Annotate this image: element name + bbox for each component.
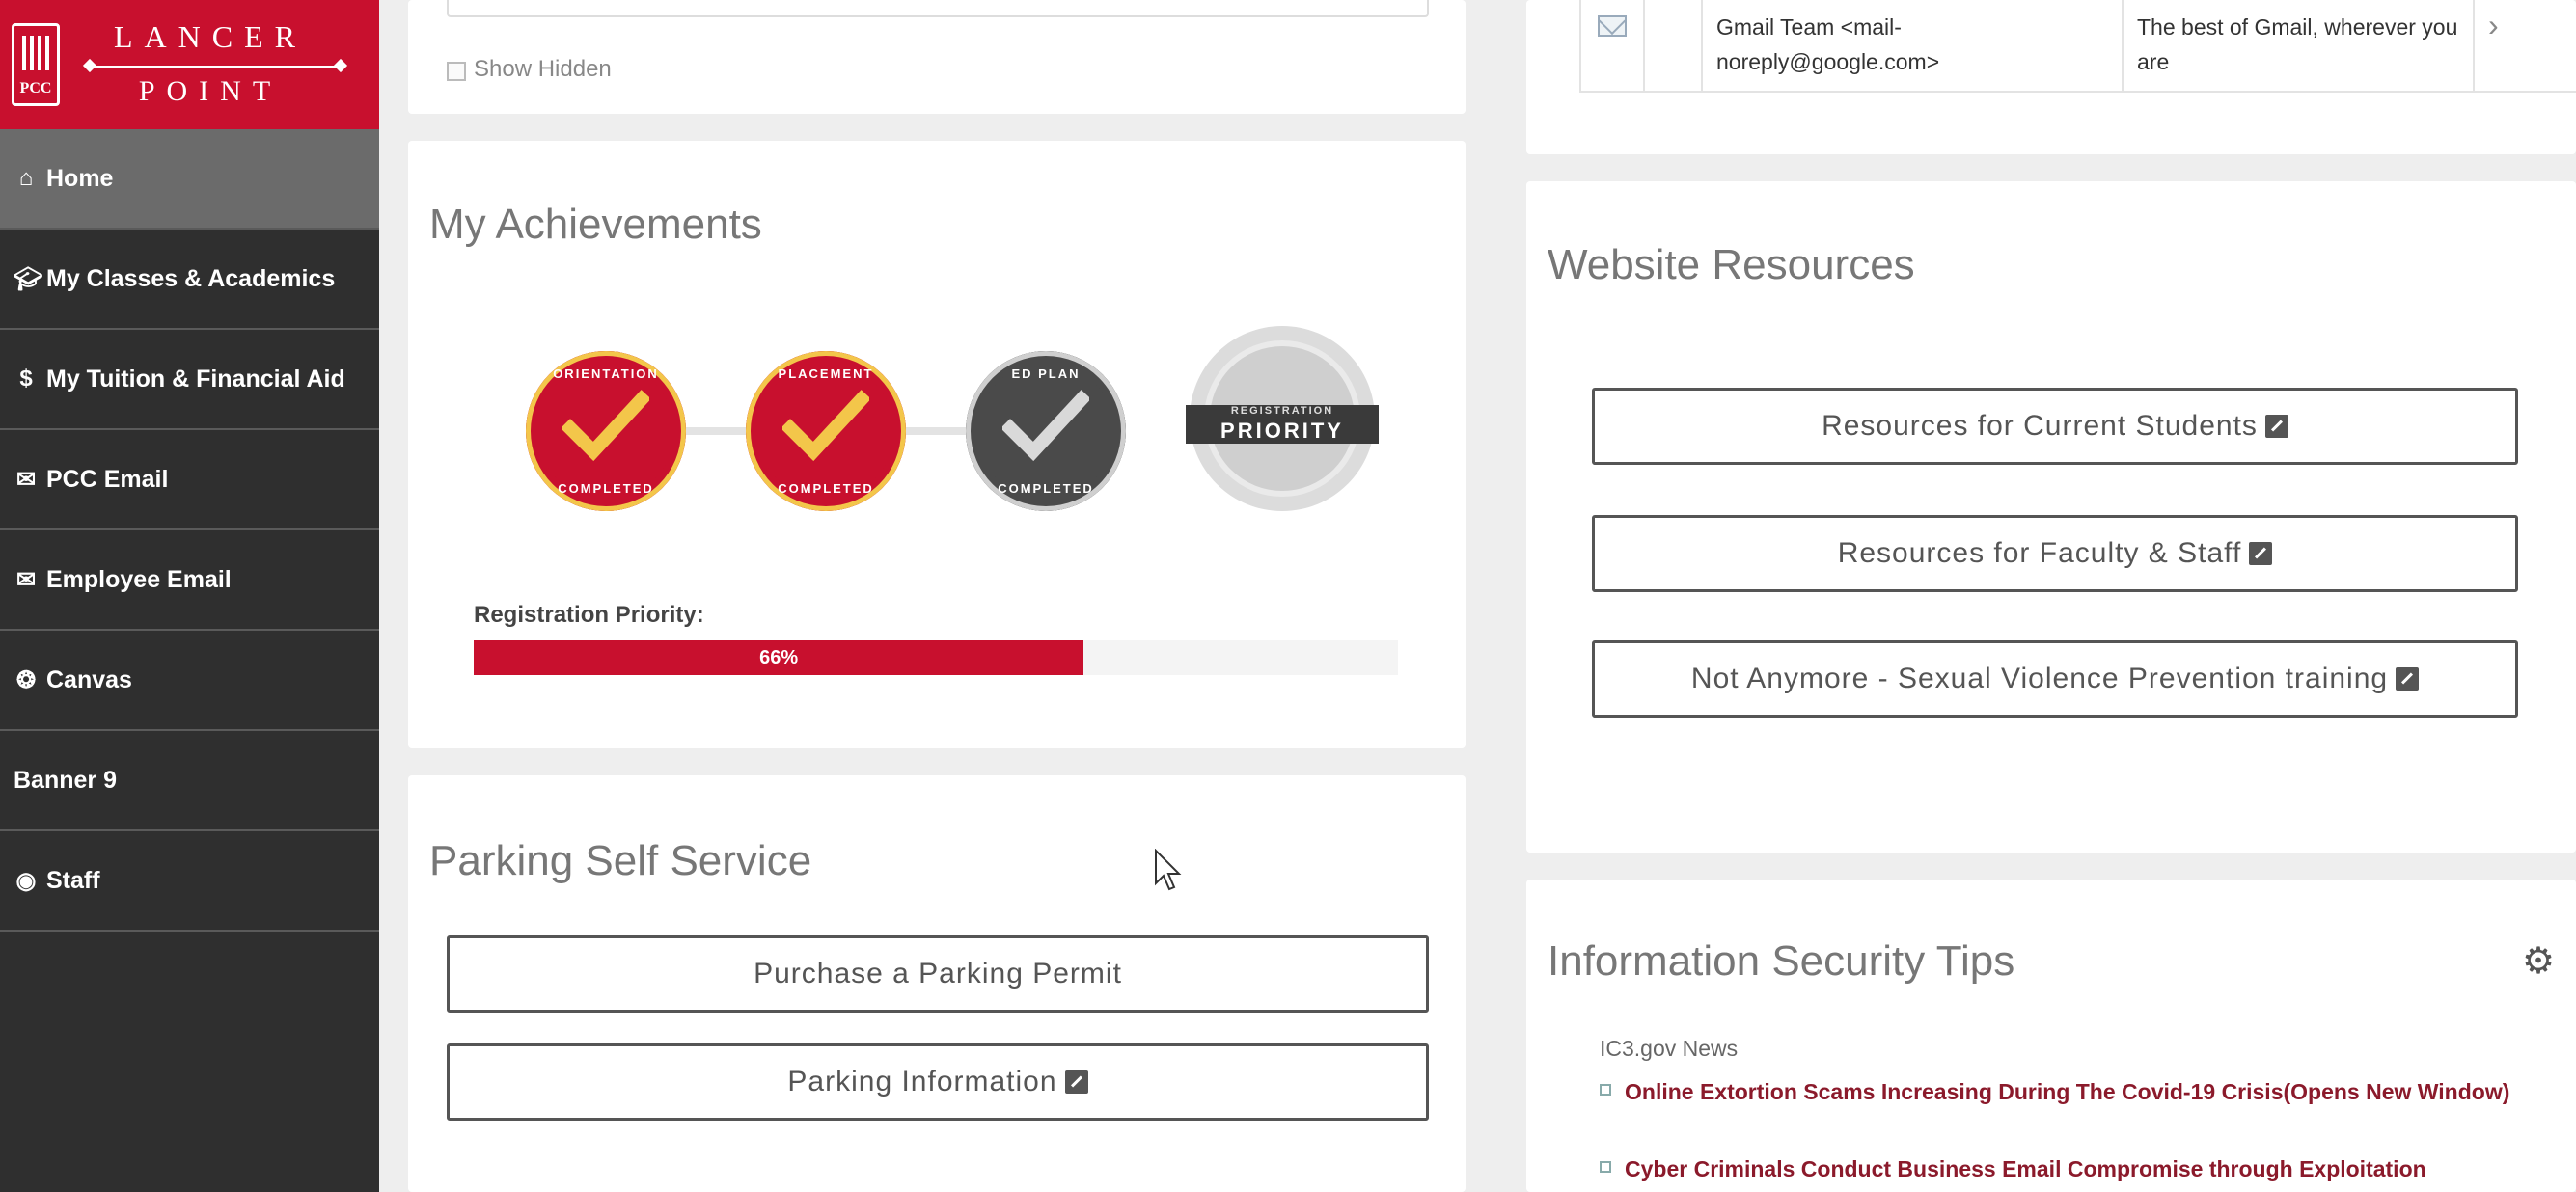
show-hidden-checkbox[interactable] (447, 62, 466, 81)
progress-text: 66% (759, 646, 799, 668)
pcc-seal-icon: PCC (12, 23, 60, 106)
parking-information-button[interactable]: Parking Information (447, 1043, 1429, 1121)
sidebar-item-label: My Classes & Academics (46, 264, 336, 292)
placement-badge: PLACEMENT COMPLETED (746, 351, 906, 511)
external-link-icon (1064, 1070, 1088, 1094)
sexual-violence-training-button[interactable]: Not Anymore - Sexual Violence Prevention… (1592, 640, 2518, 718)
news-link[interactable]: Online Extortion Scams Increasing During… (1600, 1074, 2555, 1109)
parking-title: Parking Self Service (429, 837, 812, 884)
mail-subject: The best of Gmail, wherever you are (2124, 0, 2475, 91)
achievements-card: My Achievements ORIENTATION COMPLETED PL… (408, 141, 1466, 748)
logo-line-1: LANCER (114, 19, 307, 54)
show-hidden-label: Show Hidden (474, 56, 612, 82)
sidebar-item-label: My Tuition & Financial Aid (46, 365, 345, 393)
check-icon (782, 390, 869, 461)
sidebar-item-label: PCC Email (46, 465, 169, 493)
sidebar-item-staff[interactable]: ◉ Staff (0, 831, 379, 932)
sidebar-item-label: Canvas (46, 665, 132, 693)
gear-icon[interactable]: ⚙ (2522, 939, 2555, 983)
registration-progress-bar: 66% (474, 640, 1398, 675)
canvas-icon: ❂ (15, 666, 37, 693)
security-tips-card: Information Security Tips ⚙ IC3.gov News… (1526, 880, 2576, 1192)
ed-plan-badge: ED PLAN COMPLETED (966, 351, 1126, 511)
logo-line-2: POINT (138, 75, 283, 107)
graduation-cap-icon: 🎓︎ (14, 265, 43, 292)
envelope-icon: ✉ (15, 466, 37, 493)
resources-faculty-staff-button[interactable]: Resources for Faculty & Staff (1592, 515, 2518, 592)
registration-priority-badge: REGISTRATION PRIORITY (1176, 322, 1388, 515)
resources-current-students-button[interactable]: Resources for Current Students (1592, 388, 2518, 465)
dollar-icon: $ (19, 366, 33, 392)
external-link-icon (2396, 667, 2420, 691)
bullet-icon (1600, 1084, 1611, 1096)
bullet-icon (1600, 1161, 1611, 1173)
sidebar-item-employee-email[interactable]: ✉ Employee Email (0, 530, 379, 631)
news-source: IC3.gov News (1600, 1036, 1739, 1061)
parking-card: Parking Self Service Purchase a Parking … (408, 775, 1466, 1192)
mail-card: Gmail Team <mail-noreply@google.com> The… (1526, 0, 2576, 154)
sidebar-item-pcc-email[interactable]: ✉ PCC Email (0, 430, 379, 530)
sidebar-item-label: Staff (46, 866, 100, 894)
envelope-outline-icon: ✉ (15, 566, 37, 593)
home-icon: ⌂ (18, 165, 34, 191)
search-input[interactable] (447, 0, 1429, 17)
website-resources-title: Website Resources (1548, 241, 1915, 288)
mail-row[interactable]: Gmail Team <mail-noreply@google.com> The… (1579, 0, 2576, 93)
mail-from: Gmail Team <mail-noreply@google.com> (1703, 0, 2124, 91)
orientation-badge: ORIENTATION COMPLETED (526, 351, 686, 511)
check-icon (562, 390, 649, 461)
sidebar: PCC LANCER POINT ⌂ Home 🎓︎ My Classes & … (0, 0, 379, 1192)
sidebar-item-label: Employee Email (46, 565, 232, 593)
sidebar-item-home[interactable]: ⌂ Home (0, 129, 379, 230)
lancer-point-logo[interactable]: PCC LANCER POINT (0, 0, 379, 129)
external-link-icon (2249, 542, 2273, 565)
sidebar-item-label: Home (46, 164, 114, 192)
user-circle-icon: ◉ (15, 867, 37, 894)
purchase-parking-permit-button[interactable]: Purchase a Parking Permit (447, 935, 1429, 1013)
achievements-title: My Achievements (429, 201, 762, 248)
sidebar-item-classes[interactable]: 🎓︎ My Classes & Academics (0, 230, 379, 330)
news-link[interactable]: Cyber Criminals Conduct Business Email C… (1600, 1151, 2555, 1186)
check-icon (1002, 390, 1089, 461)
sidebar-item-banner9[interactable]: Banner 9 (0, 731, 379, 831)
sidebar-item-label: Banner 9 (14, 766, 117, 794)
website-resources-card: Website Resources Resources for Current … (1526, 181, 2576, 853)
sidebar-item-tuition[interactable]: $ My Tuition & Financial Aid (0, 330, 379, 430)
top-left-card: Show Hidden (408, 0, 1466, 114)
progress-label: Registration Priority: (474, 602, 704, 628)
chevron-right-icon[interactable]: › (2475, 0, 2523, 91)
security-tips-title: Information Security Tips (1548, 937, 2015, 985)
external-link-icon (2264, 415, 2288, 438)
mail-envelope-icon (1598, 15, 1627, 37)
sidebar-item-canvas[interactable]: ❂ Canvas (0, 631, 379, 731)
mouse-cursor-icon (1155, 849, 1182, 891)
logo-divider (85, 66, 345, 68)
progress-fill: 66% (474, 640, 1084, 675)
